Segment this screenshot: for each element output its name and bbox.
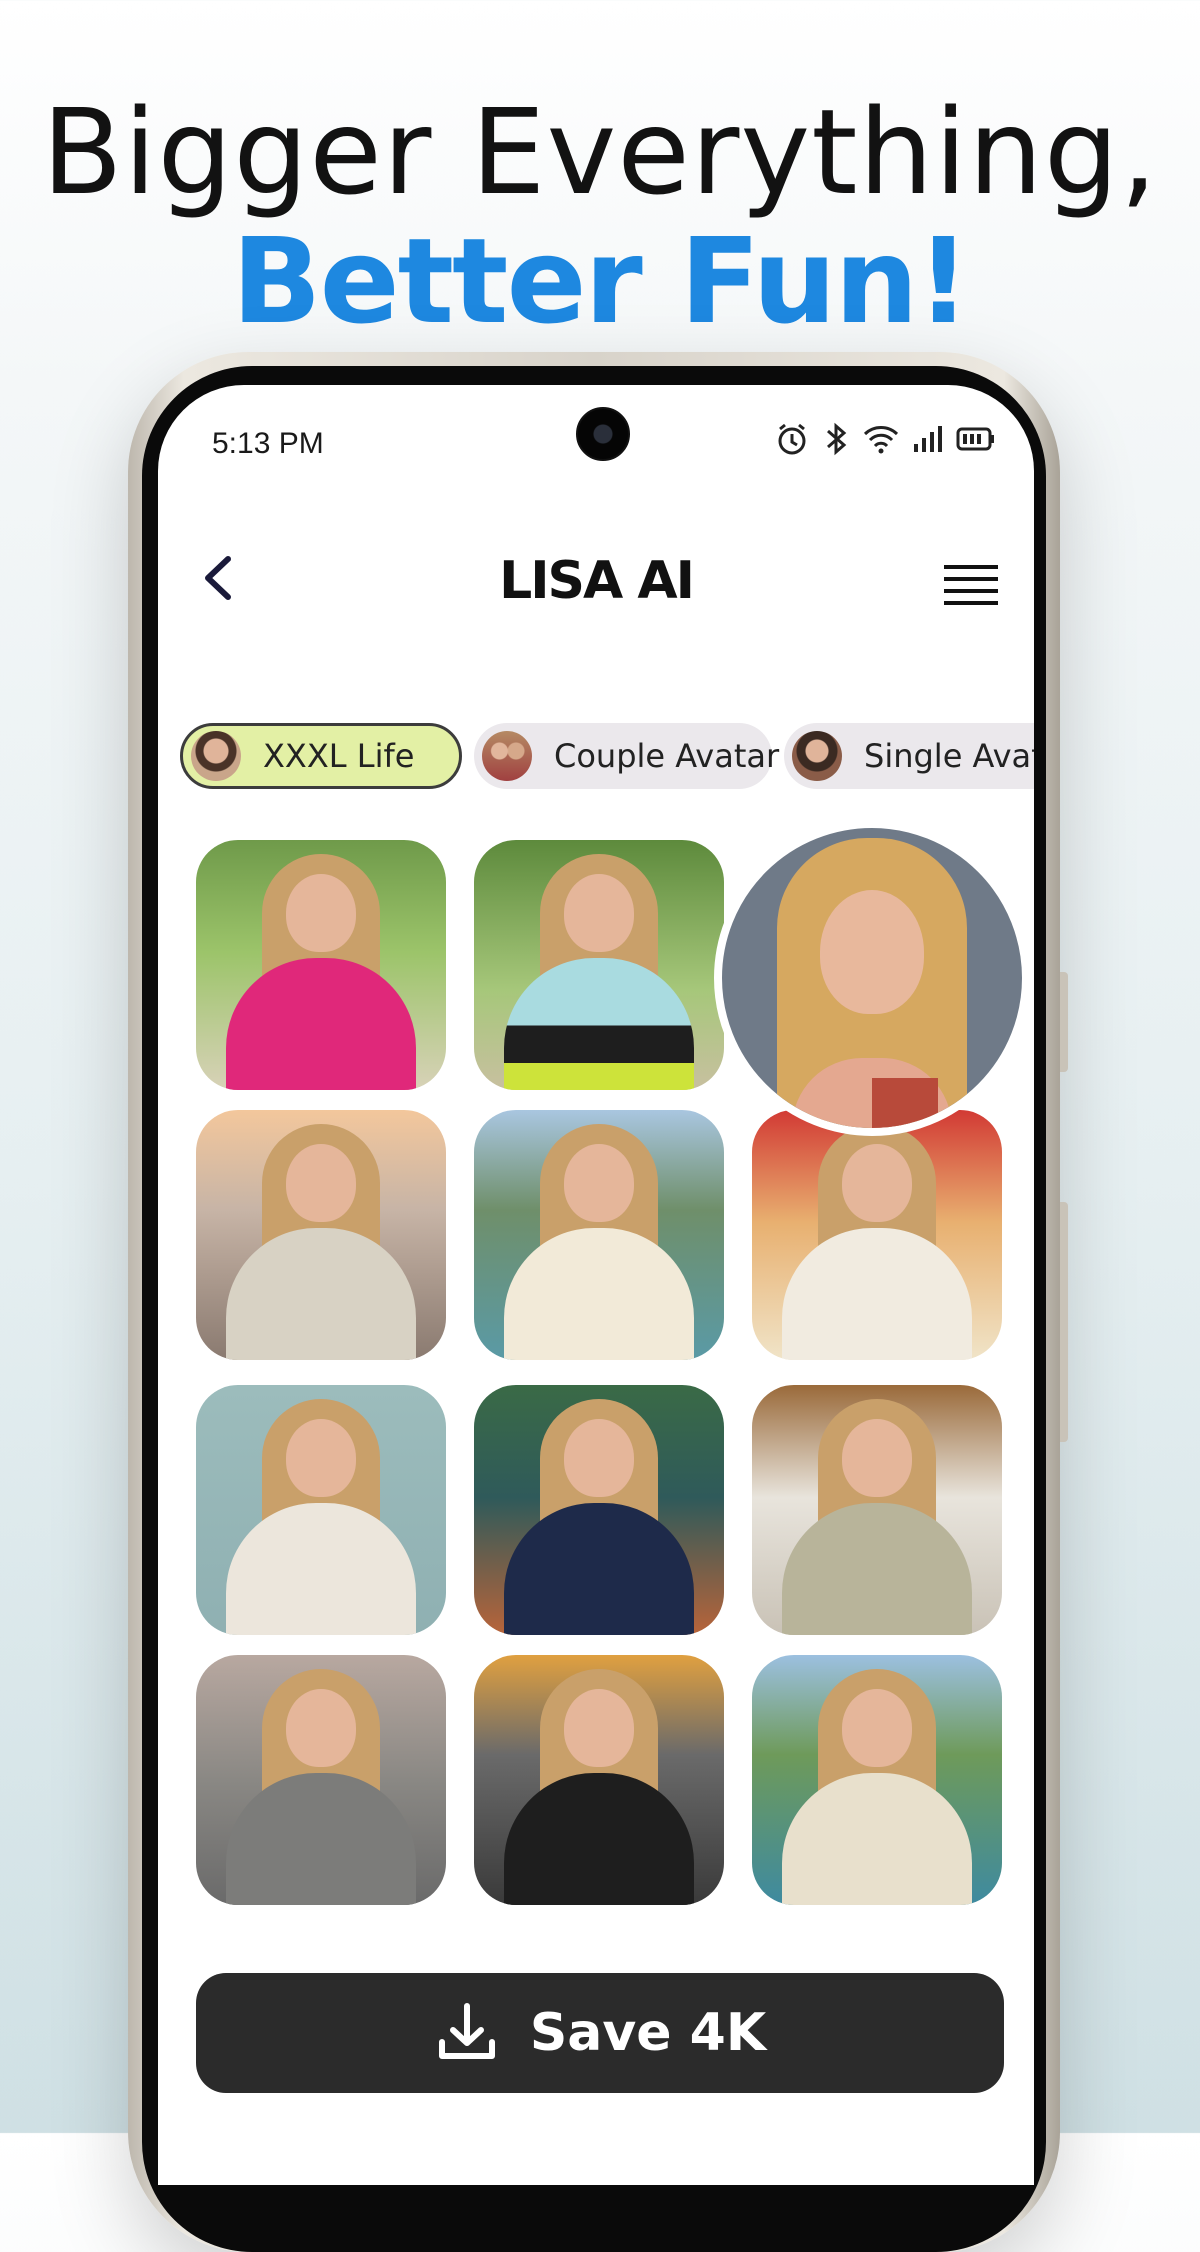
gallery-tile[interactable] — [752, 1385, 1002, 1635]
highlighted-portrait[interactable] — [714, 820, 1030, 1136]
chip-xxxl-life[interactable]: XXXL Life — [180, 723, 462, 789]
bluetooth-icon — [827, 422, 847, 456]
gallery-tile[interactable] — [752, 1655, 1002, 1905]
headline-line-1: Bigger Everything, — [41, 83, 1159, 221]
gallery-tile[interactable] — [196, 1385, 446, 1635]
promo-headline: Bigger Everything, Better Fun! — [0, 88, 1200, 346]
chip-label: Single Avatar — [864, 737, 1034, 775]
volume-button — [1060, 972, 1068, 1072]
category-chips: XXXL Life Couple Avatar Single Avatar — [180, 723, 1034, 793]
gallery-tile[interactable] — [196, 1655, 446, 1905]
alarm-icon — [778, 423, 806, 455]
page-title: LISA AI — [499, 551, 695, 611]
gallery-tile[interactable] — [196, 840, 446, 1090]
chip-avatar — [191, 731, 241, 781]
app-screen: 5:13 PM LISA AI XXXL Life Couple Avatar … — [158, 385, 1034, 2185]
power-button — [1060, 1202, 1068, 1442]
gallery-tile[interactable] — [474, 1110, 724, 1360]
menu-icon[interactable] — [944, 565, 998, 605]
battery-icon — [956, 427, 994, 451]
signal-icon — [914, 426, 942, 452]
chip-avatar — [792, 731, 842, 781]
status-time: 5:13 PM — [212, 427, 324, 460]
gallery-tile[interactable] — [752, 1110, 1002, 1360]
headline-line-2: Better Fun! — [231, 212, 971, 350]
chip-single-avatar[interactable]: Single Avatar — [784, 723, 1034, 789]
save-button-label: Save 4K — [529, 2003, 767, 2063]
gallery-tile[interactable] — [474, 840, 724, 1090]
status-icons — [774, 421, 996, 457]
chip-avatar — [482, 731, 532, 781]
gallery-tile[interactable] — [474, 1385, 724, 1635]
save-4k-button[interactable]: Save 4K — [196, 1973, 1004, 2093]
front-camera — [576, 407, 630, 461]
chip-label: XXXL Life — [263, 737, 415, 775]
wifi-icon — [863, 426, 899, 454]
chip-label: Couple Avatar — [554, 737, 780, 775]
chip-couple-avatar[interactable]: Couple Avatar — [474, 723, 779, 789]
gallery-tile[interactable] — [196, 1110, 446, 1360]
gallery-tile[interactable] — [474, 1655, 724, 1905]
download-icon — [438, 2003, 495, 2059]
